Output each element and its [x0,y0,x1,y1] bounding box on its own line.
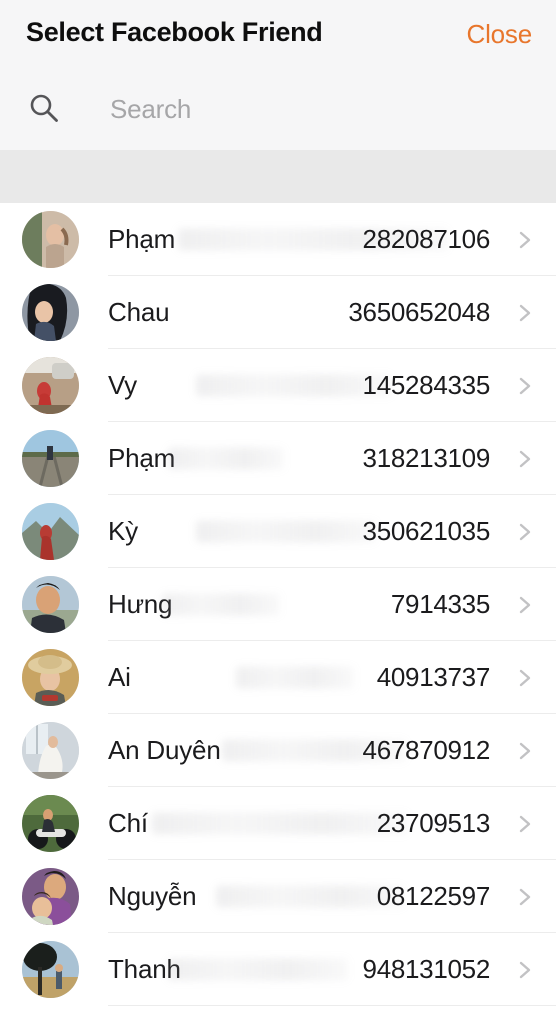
friend-name: Vy [108,369,137,400]
redacted-name-overlay [196,520,376,543]
friend-list-item[interactable]: An Duyên 467870912 [0,714,556,787]
redacted-name-overlay [162,593,280,616]
redacted-name-overlay [168,447,284,470]
search-icon [28,92,60,124]
redacted-name-overlay [152,812,408,835]
friend-list-item[interactable]: Hưng 7914335 [0,568,556,641]
select-facebook-friend-screen: Select Facebook Friend Close Phạm 2820871… [0,0,556,1020]
avatar [22,284,79,341]
chevron-right-icon[interactable] [514,594,536,616]
avatar [22,722,79,779]
friend-list-item[interactable]: Ai 40913737 [0,641,556,714]
close-button[interactable]: Close [467,19,533,50]
search-bar [0,78,556,150]
avatar [22,503,79,560]
avatar [22,868,79,925]
friend-list-item[interactable]: Kỳ 350621035 [0,495,556,568]
friend-list-item[interactable]: Nguyễn 08122597 [0,860,556,933]
friend-list: Phạm 282087106 Chau 3650652048 Vy 145284335 Ph… [0,203,556,1006]
friend-name: Kỳ [108,515,138,546]
chevron-right-icon[interactable] [514,229,536,251]
avatar [22,649,79,706]
avatar [22,795,79,852]
friend-id: 08122597 [376,880,491,911]
chevron-right-icon[interactable] [514,813,536,835]
chevron-right-icon[interactable] [514,375,536,397]
friend-id: 23709513 [376,807,491,838]
search-input[interactable] [110,86,530,132]
friend-name: An Duyên [108,734,221,765]
avatar [22,430,79,487]
friend-name: Phạm [108,223,176,254]
friend-id: 318213109 [362,442,491,473]
friend-name: Hưng [108,588,173,619]
friend-id: 145284335 [362,369,491,400]
friend-id: 7914335 [390,588,490,619]
friend-id: 467870912 [362,734,491,765]
friend-list-item[interactable]: Vy 145284335 [0,349,556,422]
friend-list-item[interactable]: Phạm 282087106 [0,203,556,276]
chevron-right-icon[interactable] [514,886,536,908]
friend-name: Thanh [108,953,181,984]
chevron-right-icon[interactable] [514,667,536,689]
avatar [22,211,79,268]
redacted-name-overlay [236,666,354,689]
friend-id: 3650652048 [348,296,490,327]
friend-id: 282087106 [362,223,491,254]
page-title: Select Facebook Friend [26,17,323,47]
chevron-right-icon[interactable] [514,740,536,762]
chevron-right-icon[interactable] [514,302,536,324]
chevron-right-icon[interactable] [514,521,536,543]
redacted-name-overlay [168,958,348,981]
friend-id: 948131052 [362,953,491,984]
friend-list-item[interactable]: Chí 23709513 [0,787,556,860]
friend-id: 350621035 [362,515,491,546]
friend-list-item[interactable]: Phạm 318213109 [0,422,556,495]
friend-name: Nguyễn [108,880,197,911]
avatar [22,941,79,998]
friend-name: Chau [108,296,170,327]
titlebar: Select Facebook Friend Close [0,0,556,72]
header: Select Facebook Friend Close [0,0,556,150]
friend-list-item[interactable]: Chau 3650652048 [0,276,556,349]
section-divider-band [0,150,556,203]
friend-id: 40913737 [376,661,491,692]
chevron-right-icon[interactable] [514,959,536,981]
friend-name: Phạm [108,442,176,473]
avatar [22,357,79,414]
friend-list-item[interactable]: Thanh 948131052 [0,933,556,1006]
friend-name: Ai [108,661,131,692]
friend-name: Chí [108,807,148,838]
chevron-right-icon[interactable] [514,448,536,470]
avatar [22,576,79,633]
